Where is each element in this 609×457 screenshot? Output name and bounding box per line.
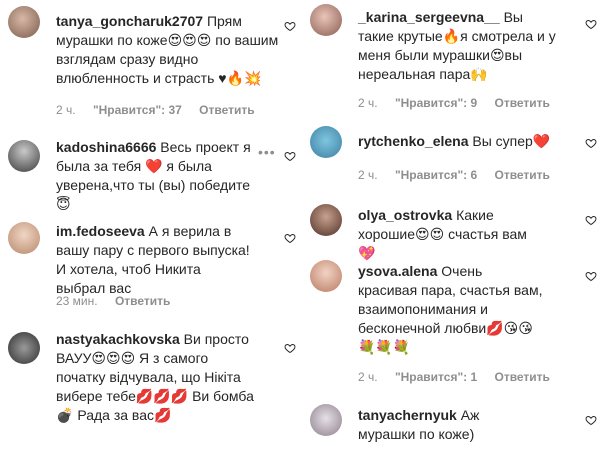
- username[interactable]: kadoshina6666: [56, 139, 156, 155]
- reply-button[interactable]: Ответить: [199, 103, 254, 117]
- heart-icon[interactable]: [585, 137, 597, 149]
- comment-meta: 2 ч. "Нравится": 37 Ответить: [56, 103, 269, 117]
- like-count[interactable]: "Нравится": 37: [93, 103, 182, 117]
- comment: _karina_sergeevna__ Вы такие крутые🔥я см…: [310, 4, 605, 116]
- like-count[interactable]: "Нравится": 6: [395, 168, 477, 182]
- comment-body: _karina_sergeevna__ Вы такие крутые🔥я см…: [358, 8, 558, 84]
- avatar[interactable]: [310, 4, 342, 36]
- heart-icon[interactable]: [585, 270, 597, 282]
- username[interactable]: nastyakachkovska: [56, 331, 180, 347]
- comment-body: olya_ostrovka Какие хорошие😍😍 счастья ва…: [358, 206, 538, 263]
- comment-body: im.fedoseeva А я верила в вашу пару с пе…: [56, 222, 251, 298]
- comment: nastyakachkovska Ви просто ВАУУ😍😍😍 Я з с…: [8, 322, 298, 452]
- comment-time[interactable]: 2 ч.: [358, 96, 378, 110]
- comment-body: kadoshina6666 Весь проект я была за тебя…: [56, 138, 261, 214]
- comment-time[interactable]: 2 ч.: [56, 103, 76, 117]
- username[interactable]: im.fedoseeva: [56, 223, 145, 239]
- comment-time[interactable]: 2 ч.: [358, 168, 378, 182]
- comment: olya_ostrovka Какие хорошие😍😍 счастья ва…: [310, 202, 605, 261]
- comment-text: Вы супер❤️: [472, 133, 551, 149]
- avatar[interactable]: [310, 204, 342, 236]
- more-options-icon[interactable]: •••: [258, 144, 276, 160]
- like-count[interactable]: "Нравится": 9: [395, 96, 477, 110]
- heart-icon[interactable]: [585, 214, 597, 226]
- comment-meta: 2 ч. "Нравится": 1 Ответить: [358, 370, 564, 384]
- heart-icon[interactable]: [585, 18, 597, 30]
- avatar[interactable]: [8, 140, 40, 172]
- username[interactable]: tanya_goncharuk2707: [56, 13, 203, 29]
- comment: rytchenko_elena Вы супер❤️ 2 ч. "Нравитс…: [310, 124, 605, 184]
- reply-button[interactable]: Ответить: [494, 168, 549, 182]
- comment: im.fedoseeva А я верила в вашу пару с пе…: [8, 218, 298, 318]
- username[interactable]: ysova.alena: [358, 263, 437, 279]
- comment-body: rytchenko_elena Вы супер❤️: [358, 132, 578, 151]
- heart-icon[interactable]: [284, 342, 296, 354]
- comment-meta: 2 ч. "Нравится": 9 Ответить: [358, 96, 564, 110]
- like-count[interactable]: "Нравится": 1: [395, 370, 477, 384]
- comment-time[interactable]: 2 ч.: [358, 370, 378, 384]
- reply-button[interactable]: Ответить: [494, 370, 549, 384]
- comment: kadoshina6666 Весь проект я была за тебя…: [8, 134, 298, 214]
- reply-button[interactable]: Ответить: [115, 294, 170, 308]
- comment-body: tanya_goncharuk2707 Прям мурашки по коже…: [56, 12, 281, 88]
- comment-body: ysova.alena Очень красивая пара, счастья…: [358, 262, 543, 357]
- username[interactable]: tanyachernyuk: [358, 407, 457, 423]
- comment-meta: 2 ч. "Нравится": 6 Ответить: [358, 168, 564, 182]
- heart-icon[interactable]: [284, 232, 296, 244]
- avatar[interactable]: [8, 6, 40, 38]
- comment-body: nastyakachkovska Ви просто ВАУУ😍😍😍 Я з с…: [56, 330, 256, 425]
- avatar[interactable]: [310, 260, 342, 292]
- comment: ysova.alena Очень красивая пара, счастья…: [310, 258, 605, 388]
- avatar[interactable]: [310, 126, 342, 158]
- avatar[interactable]: [8, 222, 40, 254]
- avatar[interactable]: [310, 404, 342, 436]
- username[interactable]: olya_ostrovka: [358, 207, 452, 223]
- username[interactable]: _karina_sergeevna__: [358, 9, 500, 25]
- comment: tanya_goncharuk2707 Прям мурашки по коже…: [8, 4, 298, 124]
- avatar[interactable]: [8, 332, 40, 364]
- heart-icon[interactable]: [284, 150, 296, 162]
- comment-body: tanyachernyuk Аж мурашки по коже): [358, 406, 538, 444]
- comment: tanyachernyuk Аж мурашки по коже): [310, 400, 605, 456]
- reply-button[interactable]: Ответить: [494, 96, 549, 110]
- heart-icon[interactable]: [284, 20, 296, 32]
- heart-icon[interactable]: [585, 414, 597, 426]
- username[interactable]: rytchenko_elena: [358, 133, 469, 149]
- comment-time[interactable]: 23 мин.: [56, 294, 98, 308]
- comment-meta: 23 мин. Ответить: [56, 294, 184, 308]
